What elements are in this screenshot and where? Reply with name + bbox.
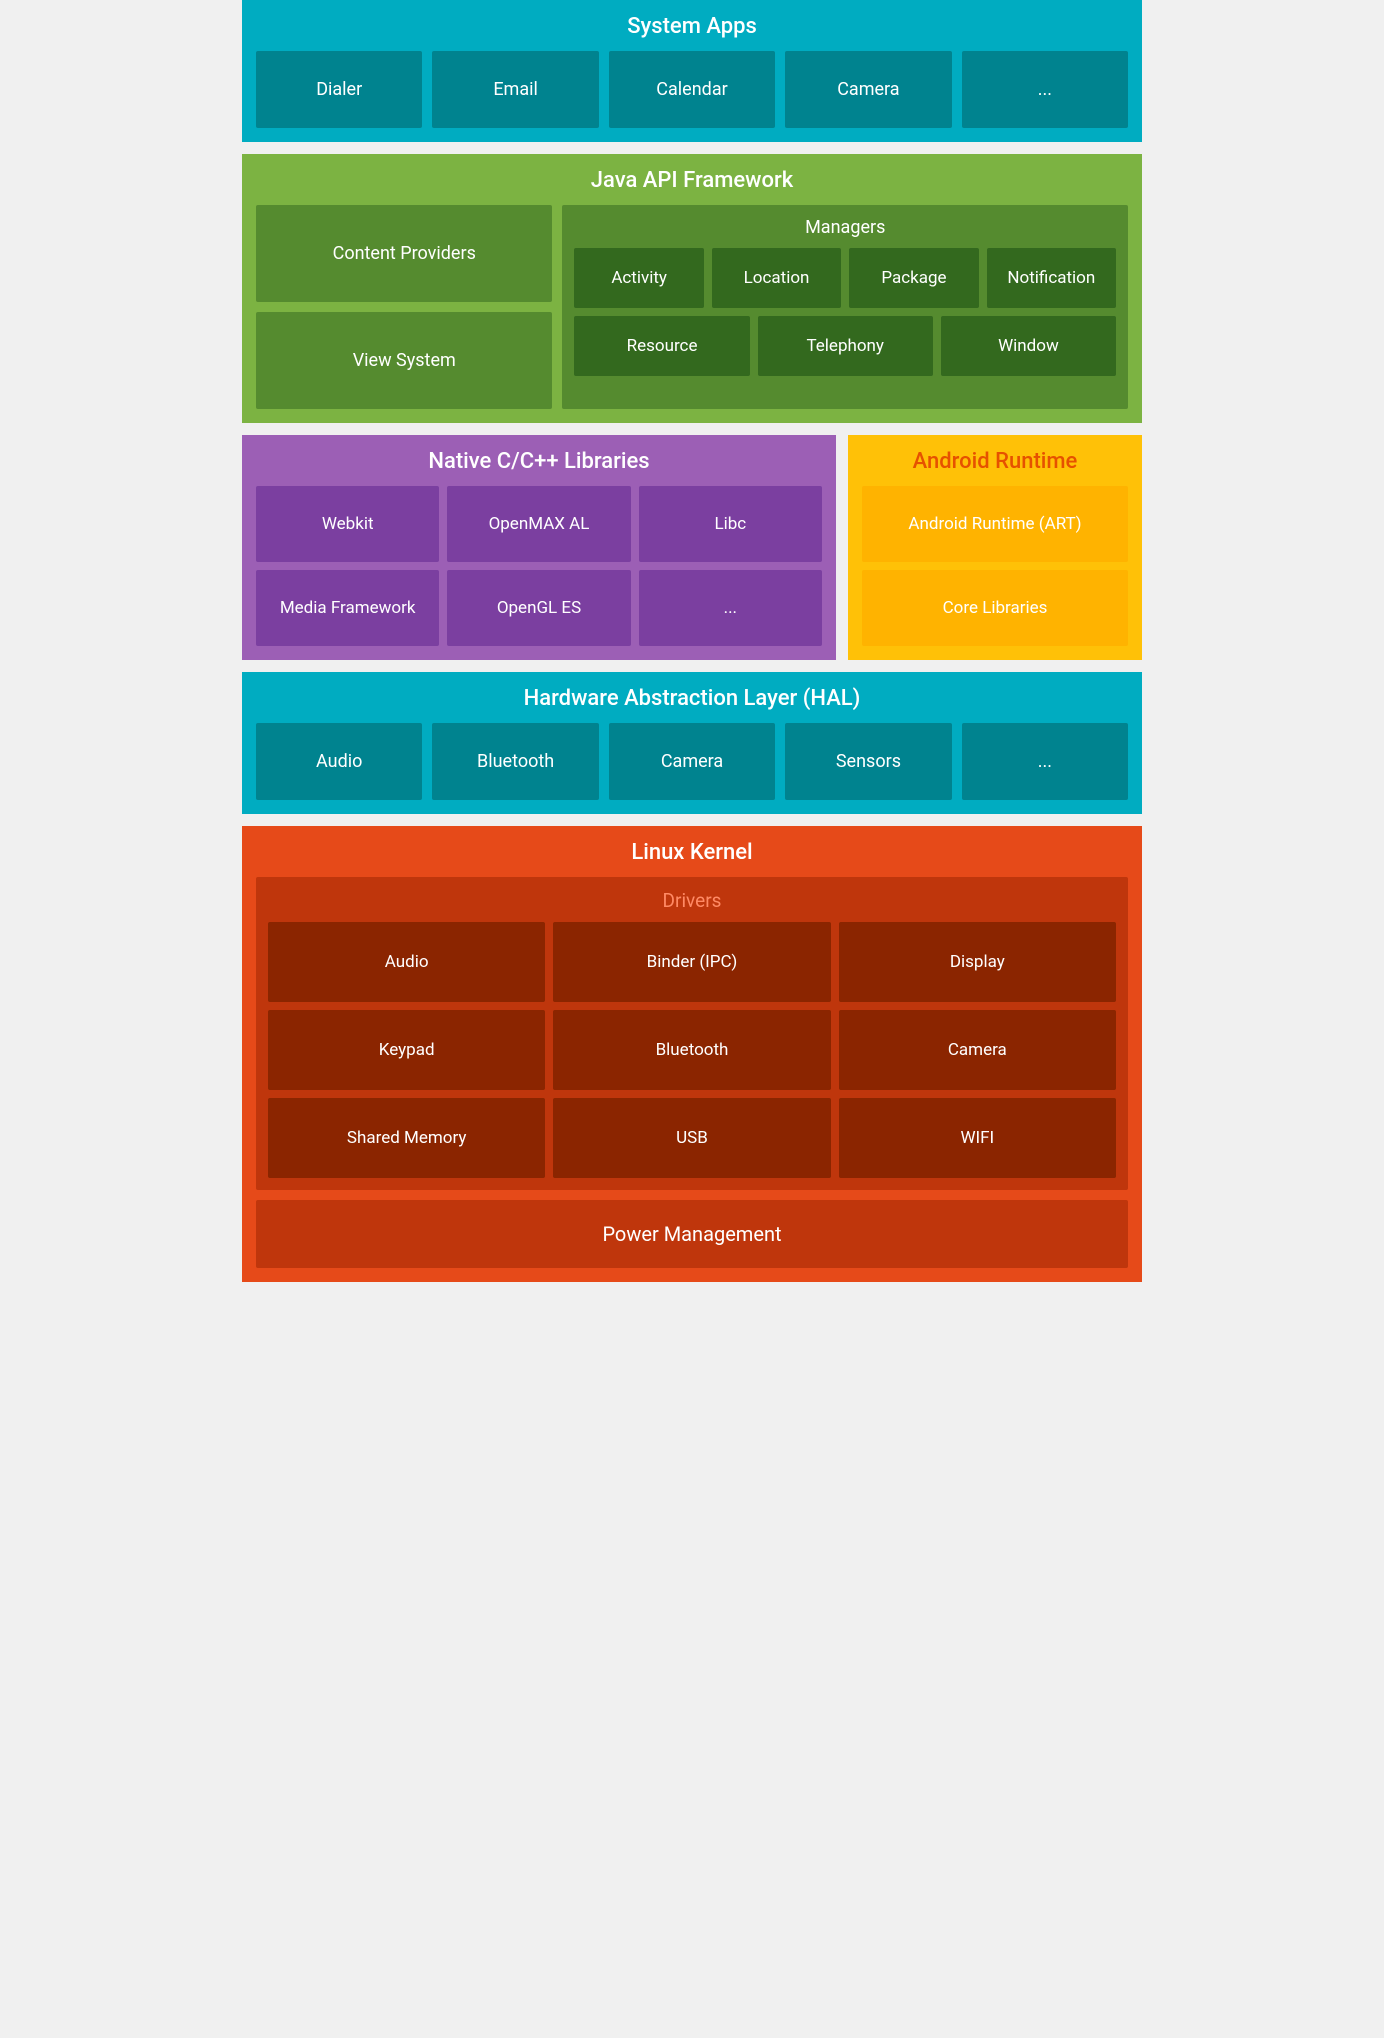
drivers-title: Drivers [268, 889, 1116, 912]
opengl-box: OpenGL ES [447, 570, 630, 646]
linux-kernel-title: Linux Kernel [256, 840, 1128, 865]
drivers-row3: Shared Memory USB WIFI [268, 1098, 1116, 1178]
java-api-layer: Java API Framework Content Providers Vie… [242, 154, 1142, 423]
hal-camera-box: Camera [609, 723, 775, 800]
managers-grid: Activity Location Package Notification R… [574, 248, 1116, 376]
telephony-box: Telephony [758, 316, 933, 376]
driver-wifi-box: WIFI [839, 1098, 1116, 1178]
location-box: Location [712, 248, 841, 308]
content-providers-box: Content Providers [256, 205, 552, 302]
media-framework-box: Media Framework [256, 570, 439, 646]
notification-box: Notification [987, 248, 1116, 308]
hal-title: Hardware Abstraction Layer (HAL) [256, 686, 1128, 711]
camera-box: Camera [785, 51, 951, 128]
managers-row1: Activity Location Package Notification [574, 248, 1116, 308]
system-apps-boxes: Dialer Email Calendar Camera ... [256, 51, 1128, 128]
managers-section: Managers Activity Location Package Notif… [562, 205, 1128, 409]
native-runtime-row: Native C/C++ Libraries Webkit OpenMAX AL… [242, 435, 1142, 660]
window-box: Window [941, 316, 1116, 376]
hal-more-box: ... [962, 723, 1128, 800]
driver-audio-box: Audio [268, 922, 545, 1002]
managers-row2: Resource Telephony Window [574, 316, 1116, 376]
core-libraries-box: Core Libraries [862, 570, 1128, 646]
drivers-row1: Audio Binder (IPC) Display [268, 922, 1116, 1002]
drivers-row2: Keypad Bluetooth Camera [268, 1010, 1116, 1090]
java-api-content: Content Providers View System Managers A… [256, 205, 1128, 409]
driver-display-box: Display [839, 922, 1116, 1002]
linux-kernel-layer: Linux Kernel Drivers Audio Binder (IPC) … [242, 826, 1142, 1282]
native-libs-layer: Native C/C++ Libraries Webkit OpenMAX AL… [242, 435, 836, 660]
driver-keypad-box: Keypad [268, 1010, 545, 1090]
driver-binder-box: Binder (IPC) [553, 922, 830, 1002]
webkit-box: Webkit [256, 486, 439, 562]
power-management-box: Power Management [256, 1200, 1128, 1268]
driver-shared-memory-box: Shared Memory [268, 1098, 545, 1178]
driver-bluetooth-box: Bluetooth [553, 1010, 830, 1090]
native-libs-grid: Webkit OpenMAX AL Libc Media Framework O… [256, 486, 822, 646]
drivers-section: Drivers Audio Binder (IPC) Display Keypa… [256, 877, 1128, 1190]
view-system-box: View System [256, 312, 552, 409]
java-api-title: Java API Framework [256, 168, 1128, 193]
driver-usb-box: USB [553, 1098, 830, 1178]
system-apps-title: System Apps [256, 14, 1128, 39]
dialer-box: Dialer [256, 51, 422, 128]
native-libs-row2: Media Framework OpenGL ES ... [256, 570, 822, 646]
drivers-grid: Audio Binder (IPC) Display Keypad Blueto… [268, 922, 1116, 1178]
hal-sensors-box: Sensors [785, 723, 951, 800]
resource-box: Resource [574, 316, 749, 376]
hal-audio-box: Audio [256, 723, 422, 800]
activity-box: Activity [574, 248, 703, 308]
native-libs-title: Native C/C++ Libraries [256, 449, 822, 474]
calendar-box: Calendar [609, 51, 775, 128]
native-libs-row1: Webkit OpenMAX AL Libc [256, 486, 822, 562]
system-apps-layer: System Apps Dialer Email Calendar Camera… [242, 0, 1142, 142]
openmax-box: OpenMAX AL [447, 486, 630, 562]
android-runtime-title: Android Runtime [862, 449, 1128, 474]
art-box: Android Runtime (ART) [862, 486, 1128, 562]
email-box: Email [432, 51, 598, 128]
hal-boxes: Audio Bluetooth Camera Sensors ... [256, 723, 1128, 800]
more-box: ... [962, 51, 1128, 128]
driver-camera-box: Camera [839, 1010, 1116, 1090]
libc-box: Libc [639, 486, 822, 562]
managers-title: Managers [574, 217, 1116, 238]
hal-bluetooth-box: Bluetooth [432, 723, 598, 800]
android-runtime-layer: Android Runtime Android Runtime (ART) Co… [848, 435, 1142, 660]
hal-layer: Hardware Abstraction Layer (HAL) Audio B… [242, 672, 1142, 814]
java-api-left: Content Providers View System [256, 205, 552, 409]
package-box: Package [849, 248, 978, 308]
native-more-box: ... [639, 570, 822, 646]
